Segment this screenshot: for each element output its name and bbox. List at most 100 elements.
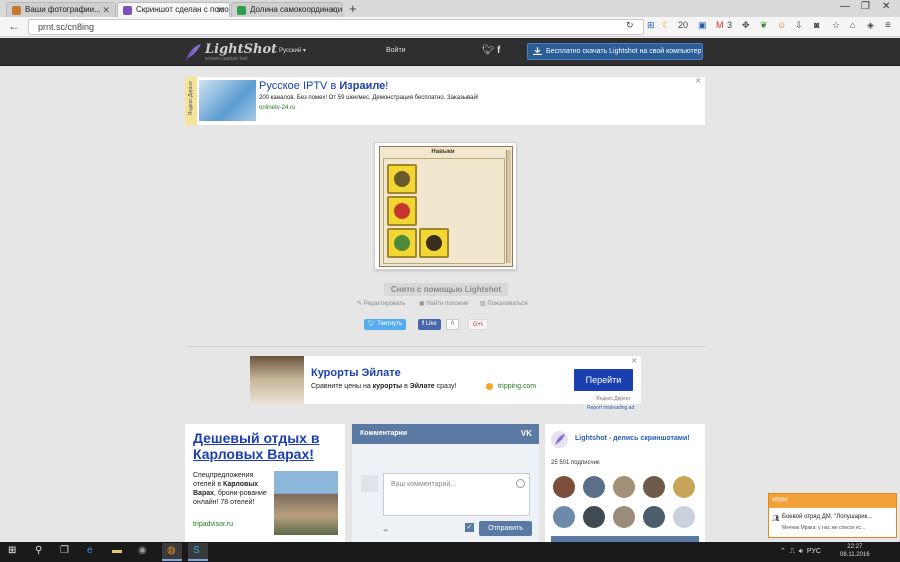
- pencil-icon: ✎: [357, 301, 363, 307]
- ad-title[interactable]: Курорты Эйлате: [311, 367, 401, 379]
- member-avatar[interactable]: [613, 506, 635, 528]
- chevron-up-icon[interactable]: ⌃: [780, 548, 786, 555]
- tab-favicon-icon: [123, 6, 132, 15]
- ad-image[interactable]: [250, 356, 304, 404]
- language-select[interactable]: Русский ▾: [279, 47, 306, 54]
- edit-link[interactable]: ✎ Редактировать: [357, 300, 405, 307]
- vk-icon[interactable]: VK: [521, 429, 532, 438]
- find-similar-link[interactable]: ▣ Найти похожие: [419, 300, 469, 307]
- tab-favicon-icon: [237, 6, 246, 15]
- group-name[interactable]: Lightshot - делись скриншотами!: [575, 435, 690, 442]
- clock[interactable]: 22:27 08.11.2016: [840, 543, 870, 559]
- member-avatar[interactable]: [643, 506, 665, 528]
- close-window-icon[interactable]: ✕: [882, 1, 890, 12]
- close-icon[interactable]: ✕: [216, 3, 224, 17]
- smile-icon[interactable]: [516, 479, 525, 488]
- translate-icon[interactable]: ⊞: [647, 20, 655, 31]
- member-avatar[interactable]: [583, 476, 605, 498]
- ad-image[interactable]: [274, 471, 338, 535]
- tripping-icon: [486, 383, 493, 390]
- logo-tagline: screen capture tool: [205, 56, 248, 62]
- comment-input[interactable]: Ваш комментарий...: [383, 473, 530, 516]
- restore-icon[interactable]: ❐: [861, 1, 870, 12]
- subscriber-count: 25 501 подписчик: [551, 460, 600, 466]
- gplus-button[interactable]: G+I: [468, 319, 488, 330]
- gmail-icon[interactable]: M: [716, 20, 724, 30]
- facebook-icon[interactable]: f: [497, 45, 500, 56]
- yandex-ad-left[interactable]: Дешевый отдых в Карловых Варах! Спецпред…: [185, 424, 345, 542]
- language-indicator[interactable]: РУС: [807, 548, 821, 555]
- windows-start-icon[interactable]: ⊞: [8, 545, 16, 556]
- yandex-direct-label[interactable]: Яндекс.Директ: [596, 396, 630, 402]
- network-icon[interactable]: ⎍: [790, 548, 795, 555]
- scrollbar[interactable]: [506, 150, 511, 263]
- login-link[interactable]: Войти: [386, 47, 406, 54]
- ad-url[interactable]: tripping.com: [498, 383, 536, 390]
- go-button[interactable]: Перейти: [574, 369, 633, 391]
- ad-url[interactable]: onlinetv-24.ru: [259, 105, 295, 111]
- browser-toolbar: ← prnt.sc/cn8ing ↻ ⊞ ☾ 20 ▣ M 3 ✥ ❦ ☺ ⇩ …: [0, 17, 900, 37]
- address-bar[interactable]: prnt.sc/cn8ing: [28, 19, 644, 35]
- taskbar: ⊞ ⚲ ❐ e ▬ ◉ ◍ S: [0, 542, 900, 562]
- close-icon[interactable]: ✕: [631, 357, 637, 365]
- member-avatar[interactable]: [673, 506, 695, 528]
- skype-taskbar-icon[interactable]: S: [188, 543, 208, 561]
- close-icon[interactable]: ✕: [102, 3, 110, 17]
- close-icon[interactable]: ✕: [695, 77, 701, 85]
- twitter-icon[interactable]: 🐦︎: [482, 45, 495, 56]
- tab-photos[interactable]: Ваши фотографии... ✕: [6, 2, 116, 17]
- member-avatar[interactable]: [553, 506, 575, 528]
- new-tab-button[interactable]: +: [349, 1, 357, 16]
- back-icon[interactable]: ←: [8, 19, 20, 33]
- tab-valley[interactable]: Долина самокоординаци... ✕: [231, 2, 343, 17]
- puzzle-icon[interactable]: ✥: [742, 20, 750, 31]
- menu-icon[interactable]: ≡: [885, 20, 891, 31]
- firefox-taskbar-icon[interactable]: ◍: [162, 543, 182, 561]
- ad-title[interactable]: Русское IPTV в Израиле!: [259, 80, 388, 92]
- tab-lightshot[interactable]: Скриншот сделан с помощью... ✕: [117, 2, 230, 17]
- shield-icon[interactable]: ◈: [867, 20, 874, 31]
- volume-icon[interactable]: 🔊︎: [799, 548, 803, 555]
- app-icon[interactable]: ◉: [138, 545, 147, 556]
- download-icon[interactable]: ⇩: [795, 20, 803, 31]
- divider: [185, 346, 705, 347]
- reload-icon[interactable]: ↻: [626, 20, 634, 31]
- member-avatar[interactable]: [673, 476, 695, 498]
- member-avatar[interactable]: [583, 506, 605, 528]
- leaf-icon[interactable]: ❦: [760, 20, 768, 31]
- star-icon[interactable]: ☆: [832, 20, 840, 31]
- download-app-button[interactable]: Бесплатно скачать Lightshot на свой комп…: [527, 43, 703, 60]
- extension-icon[interactable]: ▣: [698, 20, 707, 31]
- group-avatar[interactable]: [551, 431, 568, 448]
- close-icon[interactable]: ✕: [329, 3, 337, 17]
- moon-icon[interactable]: ☾: [662, 20, 670, 31]
- yandex-ad-top[interactable]: Яндекс.Директ Русское IPTV в Израиле! 20…: [185, 77, 705, 125]
- ad-image[interactable]: [199, 80, 256, 121]
- edge-icon[interactable]: e: [87, 545, 93, 556]
- tweet-button[interactable]: 🐦︎ Твитнуть: [364, 319, 407, 330]
- ad-title[interactable]: Дешевый отдых в Карловых Варах!: [193, 430, 343, 462]
- task-view-icon[interactable]: ❐: [60, 545, 69, 556]
- report-link[interactable]: ▥ Пожаловаться: [480, 300, 528, 307]
- member-avatar[interactable]: [553, 476, 575, 498]
- report-ad-link[interactable]: Report misleading ad: [587, 405, 634, 411]
- home-icon[interactable]: ⌂: [850, 20, 855, 30]
- search-icon[interactable]: ⚲: [35, 545, 42, 556]
- avatar-icon[interactable]: ☺: [777, 20, 786, 30]
- screenshot-image[interactable]: Навыки: [374, 142, 517, 270]
- feather-icon: [555, 434, 565, 445]
- send-button[interactable]: Отправить: [479, 521, 532, 536]
- attach-icon[interactable]: ⌁: [383, 525, 388, 536]
- member-avatar[interactable]: [643, 476, 665, 498]
- skype-notification[interactable]: skype 👥︎ Боевой отряд ДМ. "Лопушарик... …: [768, 493, 897, 538]
- site-logo[interactable]: LightShot screen capture tool: [183, 41, 277, 63]
- folder-icon[interactable]: ▬: [112, 545, 122, 556]
- pocket-icon[interactable]: ◙: [814, 20, 819, 30]
- ad-url[interactable]: tripadvisor.ru: [193, 521, 233, 528]
- yandex-ad-middle[interactable]: Курорты Эйлате Сравните цены на курорты …: [250, 356, 641, 404]
- facebook-like-button[interactable]: f Like: [418, 319, 441, 330]
- checkbox[interactable]: ✓: [465, 523, 474, 532]
- minimize-icon[interactable]: —: [840, 1, 850, 12]
- tab-favicon-icon: [12, 6, 21, 15]
- member-avatar[interactable]: [613, 476, 635, 498]
